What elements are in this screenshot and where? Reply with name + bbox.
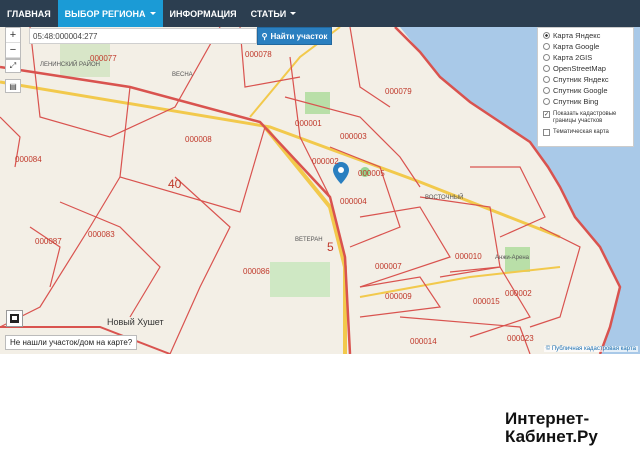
layer-option[interactable]: Карта Яндекс — [543, 30, 628, 41]
window-icon — [10, 314, 19, 323]
place-label: ВЕТЕРАН — [295, 237, 323, 243]
watermark-line2: Кабинет.Ру — [505, 427, 598, 446]
radio-icon[interactable] — [543, 43, 550, 50]
layer-switcher: Карта Яндекс Карта Google Карта 2GIS Ope… — [537, 27, 634, 147]
parcel-label: 000087 — [35, 237, 62, 246]
place-label: ЛЕНИНСКИЙ РАЙОН — [40, 62, 100, 68]
checkbox-icon[interactable] — [543, 129, 550, 136]
nav-region-select[interactable]: ВЫБОР РЕГИОНА — [57, 0, 163, 27]
radio-icon[interactable] — [543, 32, 550, 39]
cadastral-toggle[interactable]: ✓ Показать кадастровые границы участков — [543, 111, 628, 125]
nav-home-label: ГЛАВНАЯ — [7, 8, 51, 19]
chevron-down-icon — [290, 12, 297, 15]
radio-icon[interactable] — [543, 76, 550, 83]
fullscreen-button[interactable] — [6, 310, 23, 327]
zoom-in-button[interactable]: + — [6, 28, 20, 43]
parcel-label: 000002 — [312, 157, 339, 166]
find-parcel-button[interactable]: ⚲ Найти участок — [257, 27, 332, 45]
nav-information[interactable]: ИНФОРМАЦИЯ — [163, 0, 244, 27]
radio-icon[interactable] — [543, 87, 550, 94]
parcel-label: 000005 — [358, 169, 385, 178]
map-attribution: © Публичная кадастровая карта — [543, 346, 638, 352]
district-label: 40 — [168, 177, 182, 191]
layer-option[interactable]: Карта 2GIS — [543, 52, 628, 63]
layer-option[interactable]: Спутник Google — [543, 85, 628, 96]
parcel-label: 000003 — [340, 132, 367, 141]
radio-icon[interactable] — [543, 65, 550, 72]
nav-information-label: ИНФОРМАЦИЯ — [169, 8, 237, 19]
zoom-out-button[interactable]: − — [6, 43, 20, 58]
parcel-label: 000084 — [15, 155, 42, 164]
parcel-label: 000008 — [185, 135, 212, 144]
parcel-label: 000015 — [473, 297, 500, 306]
checkbox-icon[interactable]: ✓ — [543, 111, 550, 118]
parcel-label: 000014 — [410, 337, 437, 346]
layer-option[interactable]: Спутник Яндекс — [543, 74, 628, 85]
district-label: 5 — [327, 240, 334, 254]
parcel-label: 000079 — [385, 87, 412, 96]
watermark-line1: Интернет- — [505, 409, 590, 428]
find-parcel-label: Найти участок — [270, 31, 328, 41]
watermark-logo: Интернет- Кабинет.Ру — [505, 410, 598, 446]
place-label: Анжи-Арена — [495, 255, 530, 261]
radio-icon[interactable] — [543, 98, 550, 105]
parcel-label: 000002 — [505, 289, 532, 298]
parcel-label: 000086 — [243, 267, 270, 276]
print-icon[interactable]: ▤ — [5, 79, 21, 93]
parcel-label: 000023 — [507, 334, 534, 343]
parcel-label: 000083 — [88, 230, 115, 239]
nav-home[interactable]: ГЛАВНАЯ — [0, 0, 58, 27]
cadastral-map[interactable]: 000077 000078 000079 000001 000003 00000… — [0, 27, 640, 354]
nav-articles-label: СТАТЬИ — [250, 8, 287, 19]
radio-icon[interactable] — [543, 54, 550, 61]
measure-icon[interactable]: ⤢ — [5, 59, 21, 73]
parcel-label: 000078 — [245, 50, 272, 59]
not-found-link[interactable]: Не нашли участок/дом на карте? — [5, 335, 138, 350]
place-label: ВОСТОЧНЫЙ — [425, 195, 464, 201]
layer-option[interactable]: OpenStreetMap — [543, 63, 628, 74]
place-label: ВЕСНА — [172, 72, 193, 78]
cadastral-search-input[interactable] — [29, 28, 257, 44]
chevron-down-icon — [149, 12, 156, 15]
parcel-label: 000001 — [295, 119, 322, 128]
parcel-label: 000009 — [385, 292, 412, 301]
parcel-label: 000007 — [375, 262, 402, 271]
parcel-label: 000004 — [340, 197, 367, 206]
nav-articles[interactable]: СТАТЬИ — [244, 0, 304, 27]
parcel-label: 000010 — [455, 252, 482, 261]
top-navbar: ГЛАВНАЯ ВЫБОР РЕГИОНА ИНФОРМАЦИЯ СТАТЬИ — [0, 0, 640, 27]
thematic-toggle[interactable]: Тематическая карта — [543, 129, 628, 136]
layer-option[interactable]: Спутник Bing — [543, 96, 628, 107]
layer-option[interactable]: Карта Google — [543, 41, 628, 52]
search-icon: ⚲ — [261, 31, 268, 41]
nav-region-label: ВЫБОР РЕГИОНА — [64, 8, 146, 19]
place-label: Новый Хушет — [107, 317, 164, 327]
zoom-control: + − — [5, 27, 21, 59]
